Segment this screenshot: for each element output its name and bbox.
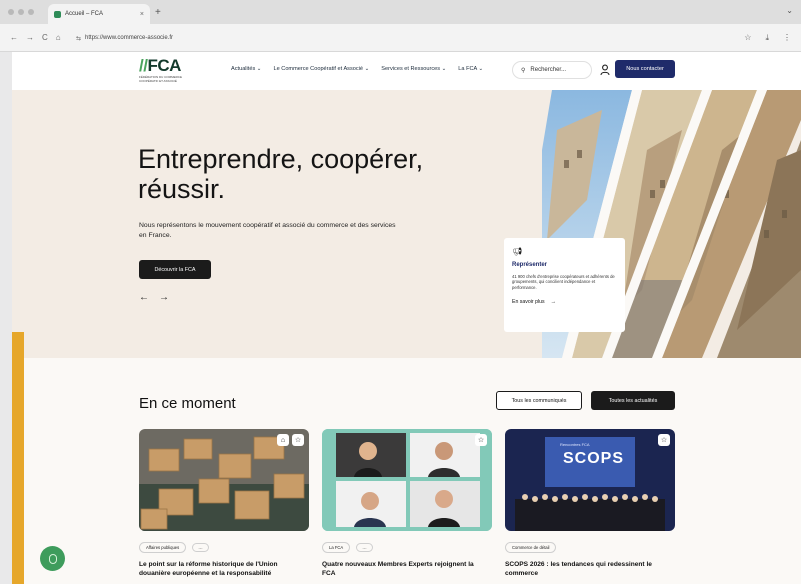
news-card[interactable]: Rencontres FCA SCOPS ☆ Commerce de détai… [505,429,675,578]
window-controls[interactable] [8,9,34,15]
arrow-right-icon: → [550,298,556,305]
news-image-scops: Rencontres FCA SCOPS ☆ [505,429,675,531]
close-tab-icon[interactable]: × [140,11,144,18]
prev-arrow-icon[interactable]: ← [139,292,149,303]
news-card[interactable]: ☆ La FCA … Quatre nouveaux Membres Exper… [322,429,492,578]
section-title: En ce moment [139,395,236,412]
download-icon[interactable]: ⤓ [765,33,769,43]
browser-tab[interactable]: Accueil – FCA × [48,4,150,24]
learn-more-label: En savoir plus [512,298,545,305]
chat-icon [48,553,57,564]
tab-list-icon[interactable]: ⌄ [786,6,793,15]
more-tags-icon[interactable]: … [356,543,373,552]
bookmark-icon[interactable]: ☆ [658,434,670,446]
tab-title: Accueil – FCA [65,11,104,17]
news-image-warehouse: ⌂ ☆ [139,429,309,531]
back-icon[interactable]: ← [10,33,18,42]
account-icon[interactable] [600,64,610,76]
banner-small-text: Rencontres FCA [560,442,590,447]
bookmark-icon[interactable]: ☆ [475,434,487,446]
more-tags-icon[interactable]: … [192,543,209,552]
news-card[interactable]: ⌂ ☆ Affaires publiques … Le point sur la… [139,429,309,578]
search-placeholder: Rechercher... [530,67,567,73]
site-info-icon[interactable]: ⇆ [76,35,81,42]
represent-card: 📢︎ Représenter 41 900 chefs d'entreprise… [504,238,625,332]
next-arrow-icon[interactable]: → [159,292,169,303]
contact-button[interactable]: Nous contacter [615,60,675,78]
nav-services[interactable]: Services et Ressources ⌄ [381,66,446,72]
news-tag[interactable]: Affaires publiques [139,542,187,553]
all-news-button[interactable]: Toutes les actualités [591,391,675,410]
news-title[interactable]: SCOPS 2026 : les tendances qui redessine… [505,560,670,578]
search-input[interactable]: ⚲ Rechercher... [512,61,592,79]
logo-text: FCA [147,56,181,75]
nav-actualites[interactable]: Actualités ⌄ [231,66,262,72]
browser-toolbar: ← → C ⌂ ⇆ https://www.commerce-associe.f… [0,24,801,52]
learn-more-link[interactable]: En savoir plus → [512,299,617,305]
news-tag[interactable]: La FCA [322,542,351,553]
site-header: //FCA FÉDÉRATION DU COMMERCE COOPÉRATIF … [12,52,801,90]
hero-description: Nous représentons le mouvement coopérati… [139,222,396,239]
news-title[interactable]: Quatre nouveaux Membres Experts rejoigne… [322,560,487,578]
megaphone-icon: 📢︎ [512,247,523,256]
decorative-strip [12,332,24,584]
bookmark-star-icon[interactable]: ☆ [744,33,751,43]
new-tab-button[interactable]: + [155,7,161,18]
search-icon: ⚲ [521,67,526,74]
favicon-icon [54,10,61,18]
hero-section: Entreprendre, coopérer, réussir. Nous re… [12,90,801,358]
bookmark-icon[interactable]: ☆ [292,434,304,446]
card-title: Représenter [512,262,548,268]
hero-title: Entreprendre, coopérer, réussir. [138,144,424,204]
fca-logo[interactable]: //FCA FÉDÉRATION DU COMMERCE COOPÉRATIF … [139,56,201,86]
card-text: 41 900 chefs d'entreprise coopérateurs e… [512,274,615,290]
logo-subtitle: FÉDÉRATION DU COMMERCE COOPÉRATIF ET ASS… [139,75,182,83]
reload-icon[interactable]: C [42,33,48,42]
news-image-members: ☆ [322,429,492,531]
nav-commerce[interactable]: Le Commerce Coopératif et Associé ⌄ [274,66,370,72]
web-page: //FCA FÉDÉRATION DU COMMERCE COOPÉRATIF … [12,52,801,584]
forward-icon[interactable]: → [26,33,34,42]
all-press-releases-button[interactable]: Tous les communiqués [496,391,582,410]
browser-tabbar: Accueil – FCA × + ⌄ [0,0,801,24]
home-icon[interactable]: ⌂ [56,33,61,42]
menu-icon[interactable]: ⋮ [783,33,791,43]
address-bar[interactable]: ⇆ https://www.commerce-associe.fr [76,30,173,46]
news-tag[interactable]: Commerce de détail [505,542,557,553]
banner-big-text: SCOPS [563,450,625,467]
discover-button[interactable]: Découvrir la FCA [139,260,211,279]
chat-widget-button[interactable] [40,546,65,571]
nav-fca[interactable]: La FCA ⌄ [458,66,483,72]
url-text: https://www.commerce-associe.fr [85,35,174,41]
main-nav: Actualités ⌄ Le Commerce Coopératif et A… [231,66,483,72]
news-title[interactable]: Le point sur la réforme historique de l'… [139,560,304,578]
lock-icon[interactable]: ⌂ [277,434,289,446]
